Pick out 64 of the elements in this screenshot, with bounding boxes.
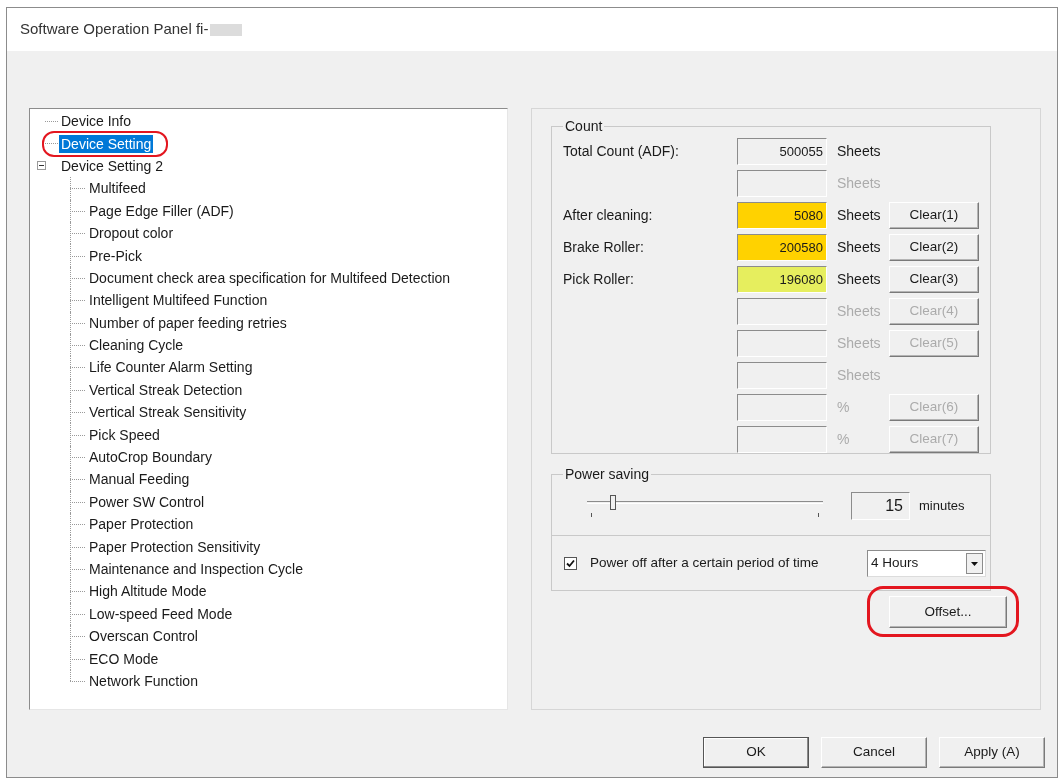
group-title: Count (564, 117, 604, 136)
unit-label: Sheets (836, 270, 881, 289)
tree-item[interactable]: Low-speed Feed Mode (87, 604, 235, 623)
group-title: Power saving (564, 465, 651, 484)
tree-item[interactable]: Power SW Control (87, 492, 207, 511)
tree-item[interactable]: Maintenance and Inspection Cycle (87, 560, 306, 578)
tree-item[interactable]: Page Edge Filler (ADF) (87, 201, 236, 220)
unit-label: Sheets (836, 302, 881, 321)
slider-track[interactable] (587, 495, 823, 517)
unit-label: minutes (919, 497, 965, 516)
offset-button[interactable]: Offset... (889, 596, 1007, 628)
clear-button[interactable]: Clear(2) (889, 234, 979, 261)
tree-item[interactable]: Network Function (87, 671, 200, 690)
tree-item[interactable]: Vertical Streak Detection (87, 380, 245, 399)
checkbox-label: Power off after a certain period of time (590, 553, 819, 572)
clear-button[interactable]: Clear(3) (889, 266, 979, 293)
dialog-button[interactable]: Cancel (821, 737, 927, 768)
tree-item[interactable]: Intelligent Multifeed Function (87, 291, 270, 310)
tree-item[interactable]: Life Counter Alarm Setting (87, 358, 255, 377)
unit-label: Sheets (836, 206, 881, 225)
tree-item[interactable]: Manual Feeding (87, 470, 192, 489)
tree-item[interactable]: Dropout color (87, 224, 176, 243)
unit-label: % (836, 430, 850, 449)
redacted-block (210, 23, 243, 36)
tree-item[interactable]: Paper Protection Sensitivity (87, 537, 263, 556)
tree-item[interactable]: Device Info (59, 112, 134, 131)
tree-item[interactable]: High Altitude Mode (87, 582, 209, 601)
tree-item[interactable]: ECO Mode (87, 649, 161, 668)
unit-label: Sheets (836, 238, 881, 257)
tree-item[interactable]: Overscan Control (87, 627, 200, 646)
minutes-field[interactable]: 15 (851, 492, 910, 520)
count-field: 196080 (737, 266, 827, 293)
collapse-icon[interactable] (37, 161, 46, 171)
count-field: 500055 (737, 138, 827, 165)
count-field: 5080 (737, 202, 827, 229)
tree-item[interactable]: AutoCrop Boundary (87, 448, 214, 467)
count-label: After cleaning: (563, 206, 654, 225)
clear-button[interactable]: Clear(1) (889, 202, 979, 229)
tree-item[interactable]: Pick Speed (87, 425, 162, 444)
tree-item[interactable]: Vertical Streak Sensitivity (87, 403, 249, 422)
dialog-button[interactable]: OK (703, 737, 809, 768)
unit-label: Sheets (836, 142, 881, 161)
count-label: Brake Roller: (563, 238, 645, 257)
tree-item[interactable]: Multifeed (87, 179, 148, 198)
window-title: Software Operation Panel fi- (20, 19, 209, 40)
tree-item[interactable]: Number of paper feeding retries (87, 313, 289, 332)
caret-down-icon[interactable] (966, 552, 983, 574)
dropdown[interactable]: 4 Hours (867, 549, 986, 577)
tree-item[interactable]: Cleaning Cycle (87, 336, 186, 355)
unit-label: Sheets (836, 366, 881, 385)
count-label: Total Count (ADF): (563, 142, 680, 161)
count-label: Pick Roller: (563, 270, 635, 289)
tree-item[interactable]: Paper Protection (87, 515, 196, 534)
checkbox[interactable] (564, 556, 577, 570)
dialog-button[interactable]: Apply (A) (939, 737, 1045, 768)
tree-item[interactable]: Document check area specification for Multifeed Detection (87, 268, 453, 287)
unit-label: Sheets (836, 174, 881, 193)
count-field: 200580 (737, 234, 827, 261)
unit-label: % (836, 398, 850, 417)
slider-thumb[interactable] (610, 495, 616, 510)
tree-item[interactable]: Device Setting (59, 134, 154, 153)
unit-label: Sheets (836, 334, 881, 353)
tree-item[interactable]: Device Setting 2 (59, 156, 165, 175)
tree-item[interactable]: Pre-Pick (87, 246, 144, 265)
